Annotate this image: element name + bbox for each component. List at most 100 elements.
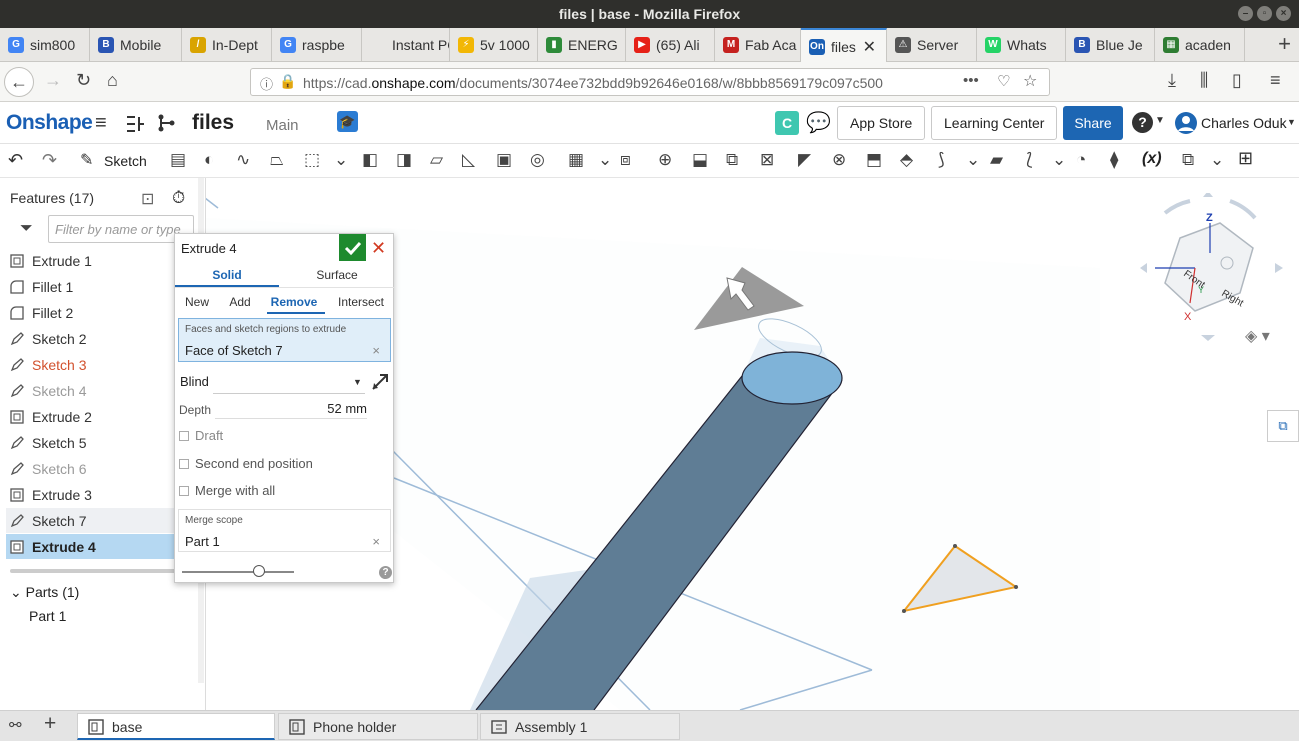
- feature-item[interactable]: Sketch 6: [6, 456, 200, 481]
- learning-hat-icon[interactable]: 🎓: [337, 111, 358, 132]
- browser-tab[interactable]: M Fab Aca: [715, 28, 801, 62]
- clear-merge-scope-icon[interactable]: ×: [372, 534, 380, 549]
- user-name[interactable]: Charles Oduk: [1201, 115, 1287, 131]
- redo-icon[interactable]: ↷: [42, 150, 57, 171]
- browser-tab[interactable]: Instant PC: [362, 28, 450, 62]
- depth-input[interactable]: 52 mm: [215, 401, 367, 419]
- loft-tool-icon[interactable]: ⏢: [270, 150, 284, 170]
- add-tab-icon[interactable]: +: [44, 712, 56, 736]
- browser-tab[interactable]: ▶ (65) Ali: [626, 28, 715, 62]
- comments-icon[interactable]: 💬: [806, 110, 831, 135]
- hole-tool-icon[interactable]: ◎: [530, 150, 545, 170]
- filter-icon[interactable]: ⏷: [20, 220, 33, 238]
- op-remove[interactable]: Remove: [267, 295, 321, 309]
- selected-face[interactable]: [741, 351, 843, 405]
- feature-item[interactable]: Extrude 1: [6, 248, 200, 273]
- add-custom-feature-icon[interactable]: ⊞: [1238, 148, 1253, 169]
- chevron-down-icon[interactable]: ⌄: [334, 150, 348, 170]
- browser-tab[interactable]: W Whats: [977, 28, 1066, 62]
- shell-tool-icon[interactable]: ▣: [496, 150, 512, 170]
- measure-icon[interactable]: ⧫: [1110, 150, 1118, 170]
- delete-part-icon[interactable]: ⊠: [760, 150, 774, 170]
- url-text[interactable]: https://cad.onshape.com/documents/3074ee…: [303, 75, 933, 91]
- pocket-icon[interactable]: ♡: [997, 72, 1010, 90]
- feature-item[interactable]: Fillet 2: [6, 300, 200, 325]
- forward-button[interactable]: →: [44, 70, 62, 91]
- menu-icon[interactable]: ≡: [1270, 70, 1281, 91]
- document-name[interactable]: files: [192, 111, 234, 135]
- branch-icon[interactable]: [156, 113, 178, 133]
- feature-item[interactable]: Extrude 2: [6, 404, 200, 429]
- bookmark-star-icon[interactable]: ☆: [1023, 71, 1037, 91]
- extrude-tool-icon[interactable]: ▤: [170, 150, 186, 170]
- rib-tool-icon[interactable]: ◺: [462, 150, 475, 170]
- browser-tab[interactable]: On files ✕: [801, 28, 887, 62]
- plane-tool-icon[interactable]: ▰: [990, 150, 1003, 170]
- browser-tab[interactable]: ▦ acaden: [1155, 28, 1245, 62]
- split-tool-icon[interactable]: ⬓: [692, 150, 708, 170]
- tab-solid[interactable]: Solid: [175, 268, 279, 282]
- downloads-icon[interactable]: ⤓: [1168, 70, 1176, 91]
- tab-manager-icon[interactable]: ⚯: [9, 716, 22, 734]
- document-tab[interactable]: base: [77, 713, 275, 740]
- end-type-select[interactable]: Blind: [180, 374, 209, 389]
- dropdown-chevron-icon[interactable]: ▼: [353, 377, 362, 387]
- help-question-icon[interactable]: ?: [379, 566, 392, 579]
- sidebar-icon[interactable]: ▯: [1232, 70, 1242, 91]
- add-folder-icon[interactable]: ⊡: [141, 189, 154, 209]
- pattern-tool-icon[interactable]: ▦: [568, 150, 584, 170]
- mate-connector-icon[interactable]: ◔: [1076, 150, 1086, 170]
- rotate-left-arrow-icon[interactable]: [1140, 263, 1147, 273]
- merge-all-checkbox[interactable]: Merge with all: [179, 483, 275, 498]
- move-face-icon[interactable]: ⬒: [866, 150, 882, 170]
- sweep-tool-icon[interactable]: ∿: [236, 150, 250, 170]
- op-add[interactable]: Add: [225, 295, 255, 309]
- chevron-down-icon[interactable]: ⌄: [966, 150, 980, 170]
- opposite-direction-icon[interactable]: [371, 373, 389, 391]
- variable-icon[interactable]: (x): [1142, 150, 1162, 168]
- user-chevron-icon[interactable]: ▼: [1287, 117, 1296, 127]
- second-end-checkbox[interactable]: Second end position: [179, 456, 313, 471]
- document-tab[interactable]: Phone holder: [278, 713, 478, 740]
- part-item[interactable]: Part 1: [29, 608, 66, 624]
- browser-tab[interactable]: Graspbe: [272, 28, 362, 62]
- delete-face-icon[interactable]: ⊗: [832, 150, 846, 170]
- browser-tab[interactable]: B Mobile: [90, 28, 182, 62]
- clear-selection-icon[interactable]: ×: [372, 343, 380, 358]
- feature-item[interactable]: Sketch 4: [6, 378, 200, 403]
- library-icon[interactable]: ⫼: [1200, 70, 1208, 91]
- chamfer-tool-icon[interactable]: ◨: [396, 150, 412, 170]
- draft-checkbox[interactable]: Draft: [179, 428, 223, 443]
- browser-tab[interactable]: / In-Dept: [182, 28, 272, 62]
- view-options-icon[interactable]: ◈ ▾: [1245, 326, 1270, 346]
- modify-fillet-icon[interactable]: ◤: [798, 150, 811, 170]
- chevron-down-icon[interactable]: ⌄: [1052, 150, 1066, 170]
- sheet-metal-icon[interactable]: ⧉: [1182, 150, 1194, 170]
- rotate-up-arrow-icon[interactable]: [1203, 191, 1213, 197]
- feature-item[interactable]: Fillet 1: [6, 274, 200, 299]
- accept-button[interactable]: [339, 234, 366, 261]
- faces-selection-field[interactable]: Faces and sketch regions to extrude Face…: [178, 318, 391, 362]
- learning-center-button[interactable]: Learning Center: [931, 106, 1058, 140]
- op-new[interactable]: New: [179, 295, 215, 309]
- close-tab-icon[interactable]: ✕: [863, 37, 876, 57]
- versions-graph-icon[interactable]: [124, 114, 146, 134]
- user-initial-badge[interactable]: C: [775, 111, 799, 135]
- rotate-right-arrow-icon[interactable]: [1275, 263, 1283, 273]
- view-cube[interactable]: Z X Y Front Right: [1135, 191, 1285, 343]
- workspace-name[interactable]: Main: [266, 117, 299, 134]
- thicken-tool-icon[interactable]: ⬚: [304, 150, 320, 170]
- parts-header[interactable]: ⌄ Parts (1): [10, 584, 79, 601]
- back-button[interactable]: ←: [4, 67, 34, 97]
- rollback-timer-icon[interactable]: ⏱: [172, 188, 185, 208]
- helix-tool-icon[interactable]: ⟅: [1026, 150, 1033, 170]
- feature-item[interactable]: Sketch 5: [6, 430, 200, 455]
- boolean-tool-icon[interactable]: ⊕: [658, 150, 672, 170]
- chevron-down-icon[interactable]: ⌄: [598, 150, 612, 170]
- draft-tool-icon[interactable]: ▱: [430, 150, 443, 170]
- close-window-button[interactable]: ×: [1276, 6, 1291, 21]
- feature-item[interactable]: Sketch 3: [6, 352, 200, 377]
- user-avatar-icon[interactable]: [1174, 111, 1198, 135]
- tab-surface[interactable]: Surface: [285, 268, 389, 282]
- document-tab[interactable]: Assembly 1: [480, 713, 680, 740]
